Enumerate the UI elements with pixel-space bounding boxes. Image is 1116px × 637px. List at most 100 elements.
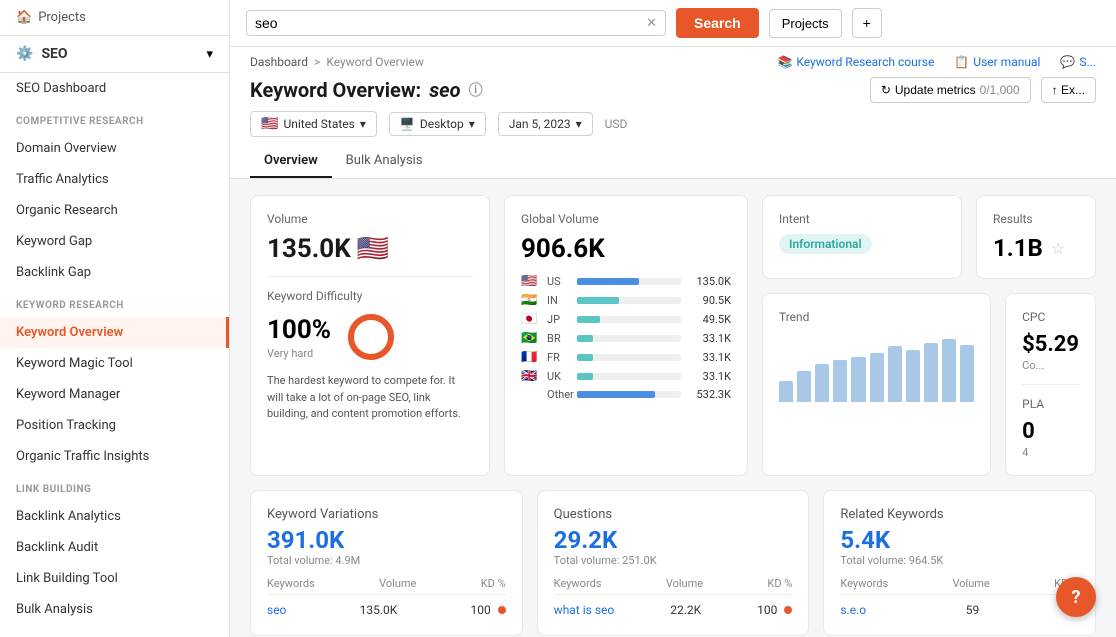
- sidebar-item-keyword-gap[interactable]: Keyword Gap: [0, 226, 229, 257]
- date-filter[interactable]: Jan 5, 2023 ▾: [498, 112, 593, 136]
- trend-bar-8: [906, 350, 920, 403]
- home-icon: 🏠: [16, 10, 32, 25]
- volume-difficulty-card: Volume 135.0K 🇺🇸 Keyword Difficulty 100%…: [250, 195, 490, 476]
- update-metrics-button[interactable]: ↻ Update metrics 0/1,000: [870, 77, 1031, 103]
- on-page-label: ON PAGE & TECH SEO: [0, 625, 229, 637]
- right-cards-column: Intent Informational Results 1.1B ☆: [762, 195, 1096, 476]
- seo-section[interactable]: ⚙️ SEO ▾: [0, 36, 229, 73]
- country-filter[interactable]: 🇺🇸 United States ▾: [250, 111, 377, 137]
- sidebar-item-keyword-magic-tool[interactable]: Keyword Magic Tool: [0, 348, 229, 379]
- trend-bar-10: [942, 339, 956, 402]
- intent-label: Intent: [779, 212, 945, 226]
- support-link[interactable]: 💬 S...: [1060, 55, 1096, 69]
- cpc-sub: Co...: [1022, 359, 1079, 372]
- sidebar-item-label: Traffic Analytics: [16, 172, 109, 187]
- questions-card: Questions 29.2K Total volume: 251.0K Key…: [537, 490, 810, 636]
- trend-bar-9: [924, 343, 938, 403]
- projects-button[interactable]: Projects: [769, 9, 842, 38]
- flag-us: 🇺🇸: [521, 274, 541, 289]
- country-row-jp: 🇯🇵 JP 49.5K: [521, 312, 731, 327]
- seo-label-text: SEO: [41, 46, 67, 62]
- sidebar-item-domain-overview[interactable]: Domain Overview: [0, 133, 229, 164]
- related-value: 5.4K: [840, 526, 1079, 554]
- country-list: 🇺🇸 US 135.0K 🇮🇳 IN 90.5K 🇯🇵 JP: [521, 274, 731, 401]
- trend-bar-6: [870, 353, 884, 402]
- sidebar-item-label: Position Tracking: [16, 418, 116, 433]
- sidebar-item-position-tracking[interactable]: Position Tracking: [0, 410, 229, 441]
- difficulty-donut: [345, 311, 397, 363]
- help-button[interactable]: ?: [1056, 577, 1096, 617]
- chevron-down-icon: ▾: [360, 117, 366, 131]
- topbar: ✕ Search Projects +: [230, 0, 1116, 47]
- breadcrumb-home[interactable]: Dashboard: [250, 55, 308, 69]
- difficulty-description: The hardest keyword to compete for. It w…: [267, 373, 473, 423]
- trend-cpc-row: Trend: [762, 293, 1096, 476]
- pla-value: 0: [1022, 419, 1079, 444]
- sidebar-item-keyword-overview[interactable]: Keyword Overview: [0, 317, 229, 348]
- projects-header[interactable]: 🏠 Projects: [0, 0, 229, 36]
- cpc-value: $5.29: [1022, 332, 1079, 357]
- breadcrumb-current: Keyword Overview: [326, 55, 424, 69]
- sidebar-item-organic-research[interactable]: Organic Research: [0, 195, 229, 226]
- sidebar-item-organic-traffic-insights[interactable]: Organic Traffic Insights: [0, 441, 229, 472]
- currency-label: USD: [605, 117, 628, 131]
- tab-overview[interactable]: Overview: [250, 145, 332, 178]
- sidebar-item-label: Keyword Gap: [16, 234, 92, 249]
- sidebar-item-label: Organic Traffic Insights: [16, 449, 149, 464]
- related-sub: Total volume: 964.5K: [840, 554, 1079, 567]
- info-icon[interactable]: ⓘ: [469, 80, 483, 100]
- export-icon: ↑: [1052, 83, 1058, 97]
- export-button[interactable]: ↑ Ex...: [1041, 77, 1096, 103]
- table-row: seo 135.0K 100: [267, 601, 506, 619]
- breadcrumb: Dashboard > Keyword Overview 📚 Keyword R…: [250, 55, 1096, 69]
- clear-icon[interactable]: ✕: [646, 16, 657, 31]
- kd-dot: [784, 606, 792, 614]
- sidebar: 🏠 Projects ⚙️ SEO ▾ SEO Dashboard COMPET…: [0, 0, 230, 637]
- sidebar-item-backlink-analytics[interactable]: Backlink Analytics: [0, 501, 229, 532]
- add-button[interactable]: +: [852, 8, 882, 38]
- trend-bar-4: [833, 360, 847, 402]
- sidebar-item-link-building-tool[interactable]: Link Building Tool: [0, 563, 229, 594]
- keyword-variations-card: Keyword Variations 391.0K Total volume: …: [250, 490, 523, 636]
- keyword-research-course-link[interactable]: 📚 Keyword Research course: [777, 55, 934, 69]
- difficulty-label: Keyword Difficulty: [267, 289, 473, 303]
- volume-flag: 🇺🇸: [357, 234, 389, 264]
- chat-icon: 💬: [1060, 55, 1075, 69]
- tabs-row: Overview Bulk Analysis: [250, 145, 1096, 178]
- difficulty-row: 100% Very hard: [267, 311, 473, 363]
- intent-results-row: Intent Informational Results 1.1B ☆: [762, 195, 1096, 279]
- trend-bar-7: [888, 346, 902, 402]
- sidebar-item-traffic-analytics[interactable]: Traffic Analytics: [0, 164, 229, 195]
- pla-label: PLA: [1022, 397, 1079, 411]
- user-manual-link[interactable]: 📋 User manual: [954, 55, 1040, 69]
- flag-jp: 🇯🇵: [521, 312, 541, 327]
- trend-card: Trend: [762, 293, 991, 476]
- flag-uk: 🇬🇧: [521, 369, 541, 384]
- search-box[interactable]: ✕: [246, 10, 666, 36]
- sidebar-item-label: Keyword Manager: [16, 387, 120, 402]
- variations-sub: Total volume: 4.9M: [267, 554, 506, 567]
- chevron-down-icon: ▾: [576, 117, 582, 131]
- table-row: what is seo 22.2K 100: [554, 601, 793, 619]
- results-label: Results: [993, 212, 1079, 226]
- intent-badge: Informational: [779, 234, 872, 254]
- ad-value: 4: [1022, 446, 1079, 459]
- country-flag: 🇺🇸: [261, 116, 278, 132]
- tab-bulk-analysis[interactable]: Bulk Analysis: [332, 145, 437, 178]
- trend-bar-1: [779, 381, 793, 402]
- sidebar-item-backlink-audit[interactable]: Backlink Audit: [0, 532, 229, 563]
- page-title-row: Keyword Overview: seo ⓘ ↻ Update metrics…: [250, 77, 1096, 103]
- search-input[interactable]: [255, 15, 642, 31]
- sidebar-item-seo-dashboard[interactable]: SEO Dashboard: [0, 73, 229, 104]
- projects-label: Projects: [38, 10, 86, 25]
- sidebar-item-backlink-gap[interactable]: Backlink Gap: [0, 257, 229, 288]
- global-volume-label: Global Volume: [521, 212, 731, 226]
- keyword-research-label: KEYWORD RESEARCH: [0, 288, 229, 317]
- search-button[interactable]: Search: [676, 8, 759, 38]
- sidebar-item-bulk-analysis[interactable]: Bulk Analysis: [0, 594, 229, 625]
- questions-value: 29.2K: [554, 526, 793, 554]
- sidebar-item-label: Keyword Overview: [16, 325, 123, 340]
- table-row: s.e.o 59: [840, 601, 1079, 619]
- sidebar-item-keyword-manager[interactable]: Keyword Manager: [0, 379, 229, 410]
- device-filter[interactable]: 🖥️ Desktop ▾: [389, 112, 486, 136]
